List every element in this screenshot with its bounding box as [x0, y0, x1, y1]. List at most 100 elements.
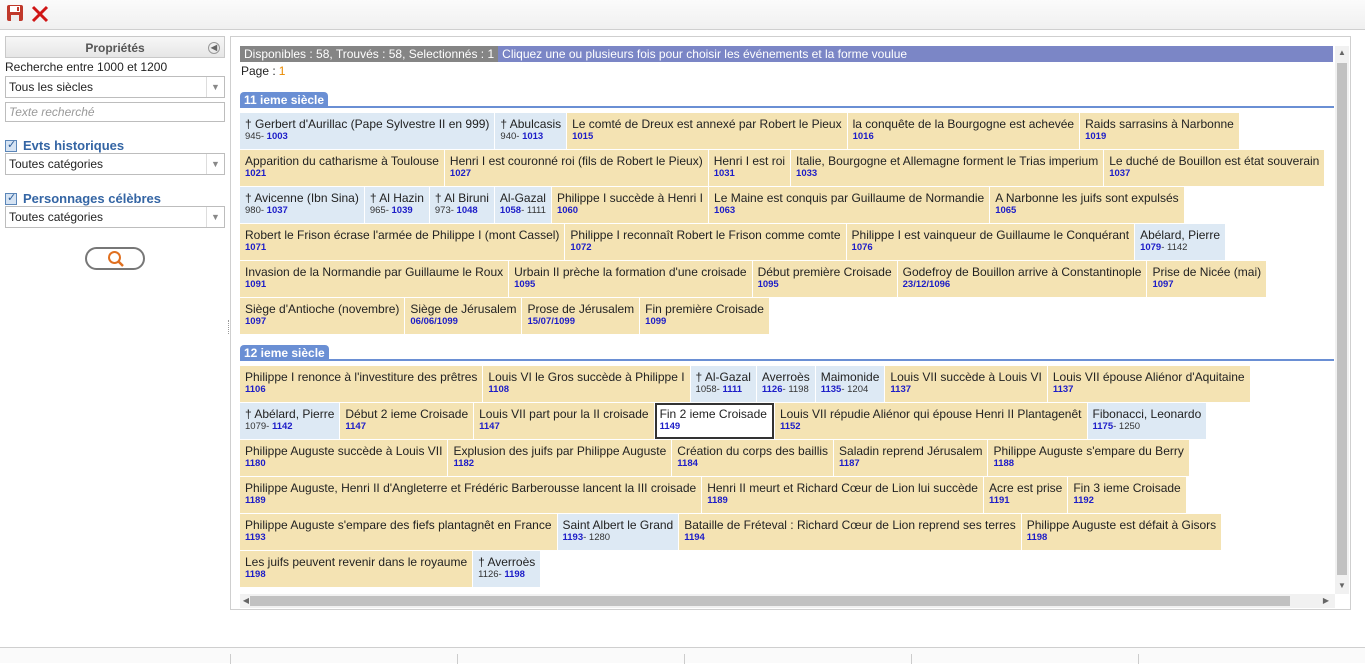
event-card[interactable]: Invasion de la Normandie par Guillaume l…: [240, 261, 509, 297]
event-card[interactable]: Philippe Auguste succède à Louis VII 1180: [240, 440, 448, 476]
event-card[interactable]: Urbain II prèche la formation d'une croi…: [509, 261, 752, 297]
event-card[interactable]: Le Maine est conquis par Guillaume de No…: [709, 187, 990, 223]
event-card[interactable]: Philippe I reconnaît Robert le Frison co…: [565, 224, 846, 260]
scroll-down-icon[interactable]: ▼: [1336, 581, 1348, 590]
event-card[interactable]: Philippe I renonce à l'investiture des p…: [240, 366, 483, 402]
event-card[interactable]: Philippe I est vainqueur de Guillaume le…: [846, 224, 1135, 260]
person-card[interactable]: † Al Biruni 973- 1048: [429, 187, 494, 223]
person-card[interactable]: † Abulcasis 940- 1013: [495, 113, 567, 149]
scroll-thumb[interactable]: [250, 596, 1290, 606]
evts-category-select[interactable]: Toutes catégories ▼: [5, 153, 225, 175]
event-card[interactable]: Robert le Frison écrase l'armée de Phili…: [240, 224, 565, 260]
event-card[interactable]: Prose de Jérusalem 15/07/1099: [522, 298, 640, 334]
search-input[interactable]: Texte recherché: [5, 102, 225, 122]
event-card[interactable]: Explusion des juifs par Philippe Auguste…: [448, 440, 672, 476]
card-birth-year: 1126-: [478, 569, 505, 580]
bottom-bar: [0, 647, 1365, 664]
event-card[interactable]: Louis VII part pour la II croisade 1147: [474, 403, 654, 439]
person-card[interactable]: † Al Hazin 965- 1039: [364, 187, 429, 223]
event-card[interactable]: Philippe Auguste, Henri II d'Angleterre …: [240, 477, 702, 513]
event-card[interactable]: Fin première Croisade 1099: [640, 298, 769, 334]
event-card[interactable]: Philippe Auguste est défait à Gisors 1198: [1021, 514, 1222, 550]
event-card[interactable]: Philippe I succède à Henri I 1060: [551, 187, 709, 223]
panel-header: Propriétés ◀: [5, 36, 225, 58]
event-card[interactable]: Henri II meurt et Richard Cœur de Lion l…: [702, 477, 983, 513]
event-card[interactable]: Siège de Jérusalem 06/06/1099: [405, 298, 522, 334]
event-card[interactable]: Les juifs peuvent revenir dans le royaum…: [240, 551, 473, 587]
close-icon[interactable]: [30, 4, 50, 24]
event-card[interactable]: Louis VII répudie Aliénor qui épouse Hen…: [774, 403, 1087, 439]
pers-category-select[interactable]: Toutes catégories ▼: [5, 206, 225, 228]
event-card[interactable]: la conquête de la Bourgogne est achevée 1…: [847, 113, 1080, 149]
event-card[interactable]: Louis VI le Gros succède à Philippe I 110…: [483, 366, 690, 402]
person-card[interactable]: Saint Albert le Grand 1193- 1280: [557, 514, 679, 550]
event-card[interactable]: Philippe Auguste s'empare du Berry 1188: [988, 440, 1189, 476]
event-card[interactable]: Fin 2 ieme Croisade 1149: [654, 403, 774, 439]
card-title: Philippe I est vainqueur de Guillaume le…: [851, 228, 1130, 242]
evts-checkbox[interactable]: [5, 138, 17, 152]
event-card[interactable]: Saladin reprend Jérusalem 1187: [834, 440, 988, 476]
event-card[interactable]: A Narbonne les juifs sont expulsés 1065: [990, 187, 1184, 223]
collapse-icon[interactable]: ◀: [208, 42, 220, 54]
event-card[interactable]: Apparition du catharisme à Toulouse 1021: [240, 150, 444, 186]
card-title: Début 2 ieme Croisade: [345, 407, 469, 421]
chevron-down-icon[interactable]: ▼: [206, 207, 224, 227]
card-title: Godefroy de Bouillon arrive à Constantin…: [902, 265, 1142, 279]
event-card[interactable]: Bataille de Fréteval : Richard Cœur de L…: [679, 514, 1021, 550]
event-card[interactable]: Début première Croisade 1095: [752, 261, 897, 297]
search-button[interactable]: [85, 247, 145, 270]
card-death-year: - 1280: [583, 532, 611, 543]
event-card[interactable]: Fin 3 ieme Croisade 1192: [1068, 477, 1186, 513]
card-date: 1079- 1142: [245, 421, 334, 432]
event-card[interactable]: Prise de Nicée (mai) 1097: [1147, 261, 1267, 297]
page-number[interactable]: 1: [279, 64, 286, 78]
scroll-thumb[interactable]: [1337, 63, 1347, 575]
event-card[interactable]: Acre est prise 1191: [983, 477, 1068, 513]
person-card[interactable]: Al-Gazal 1058- 1111: [494, 187, 551, 223]
person-card[interactable]: Averroès 1126- 1198: [756, 366, 815, 402]
century-select[interactable]: Tous les siècles ▼: [5, 76, 225, 98]
card-title: Prose de Jérusalem: [527, 302, 635, 316]
event-card[interactable]: Louis VII épouse Aliénor d'Aquitaine 1137: [1047, 366, 1250, 402]
card-title: Robert le Frison écrase l'armée de Phili…: [245, 228, 560, 242]
person-card[interactable]: † Abélard, Pierre 1079- 1142: [240, 403, 340, 439]
person-card[interactable]: † Gerbert d'Aurillac (Pape Sylvestre II …: [240, 113, 495, 149]
scroll-up-icon[interactable]: ▲: [1336, 48, 1348, 57]
event-card[interactable]: Henri I est roi 1031: [708, 150, 791, 186]
save-icon[interactable]: [6, 4, 26, 24]
evts-checkbox-row[interactable]: Evts historiques: [5, 138, 225, 153]
person-card[interactable]: † Avicenne (Ibn Sina) 980- 1037: [240, 187, 364, 223]
card-date: 1071: [245, 242, 559, 253]
person-card[interactable]: Abélard, Pierre 1079- 1142: [1135, 224, 1226, 260]
event-card[interactable]: Italie, Bourgogne et Allemagne forment l…: [791, 150, 1104, 186]
card-year: 1063: [714, 205, 736, 216]
card-year: 1198: [1026, 532, 1048, 543]
event-card[interactable]: Le comté de Dreux est annexé par Robert …: [567, 113, 847, 149]
event-card[interactable]: Louis VII succède à Louis VI 1137: [885, 366, 1047, 402]
event-card[interactable]: Raids sarrasins à Narbonne 1019: [1080, 113, 1239, 149]
person-card[interactable]: † Averroès 1126- 1198: [473, 551, 541, 587]
event-card[interactable]: Philippe Auguste s'empare des fiefs plan…: [240, 514, 557, 550]
person-card[interactable]: † Al-Gazal 1058- 1111: [690, 366, 756, 402]
event-card[interactable]: Le duché de Bouillon est état souverain 1…: [1104, 150, 1325, 186]
card-title: † Averroès: [478, 555, 536, 569]
chevron-down-icon[interactable]: ▼: [206, 154, 224, 174]
event-card[interactable]: Godefroy de Bouillon arrive à Constantin…: [897, 261, 1147, 297]
event-card[interactable]: Début 2 ieme Croisade 1147: [340, 403, 474, 439]
scroll-right-icon[interactable]: ▶: [1320, 596, 1332, 605]
chevron-down-icon[interactable]: ▼: [206, 77, 224, 97]
event-card[interactable]: Siège d'Antioche (novembre) 1097: [240, 298, 405, 334]
card-date: 1147: [479, 421, 648, 432]
vertical-scrollbar[interactable]: ▲ ▼: [1335, 46, 1349, 594]
event-card[interactable]: Henri I est couronné roi (fils de Robert…: [444, 150, 708, 186]
pers-checkbox[interactable]: [5, 191, 17, 205]
pers-checkbox-row[interactable]: Personnages célèbres: [5, 191, 225, 206]
card-title: Prise de Nicée (mai): [1152, 265, 1262, 279]
panel-splitter[interactable]: [228, 320, 229, 334]
event-card[interactable]: Création du corps des baillis 1184: [672, 440, 834, 476]
horizontal-scrollbar[interactable]: ◀ ▶: [240, 594, 1335, 608]
card-title: la conquête de la Bourgogne est achevée: [852, 117, 1075, 131]
person-card[interactable]: Fibonacci, Leonardo 1175- 1250: [1087, 403, 1207, 439]
person-card[interactable]: Maimonide 1135- 1204: [815, 366, 885, 402]
card-date: 1076: [852, 242, 1130, 253]
